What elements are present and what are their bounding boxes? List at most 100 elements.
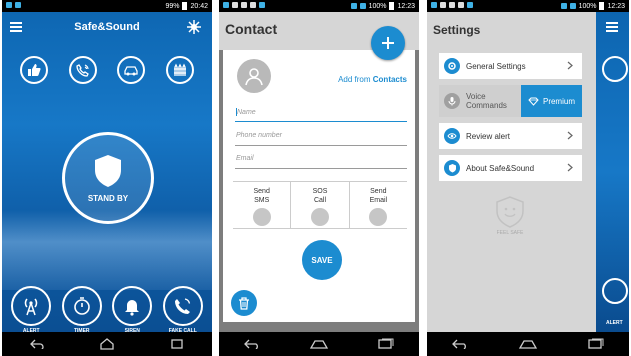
review-alert-item[interactable]: Review alert [439,123,582,149]
premium-button[interactable]: Premium [521,85,582,117]
option-label: Send [253,188,270,195]
delete-button[interactable] [231,290,257,316]
shield-icon [95,154,121,187]
back-icon[interactable] [451,339,469,349]
save-button[interactable]: SAVE [302,240,342,280]
settings-screen: 100% 12:23 Settings General Settings Voi… [427,0,629,356]
voice-label-line1: Voice [466,92,486,101]
timer-button[interactable] [61,286,102,326]
chevron-right-icon [567,163,573,172]
person-icon [245,68,263,86]
home-icon[interactable] [518,339,538,349]
email-field[interactable]: Email [235,155,407,169]
alert-button[interactable] [11,286,52,326]
feel-safe-text: FEEL SAFE [496,230,524,236]
name-placeholder: Name [237,108,256,116]
antenna-icon [25,298,38,316]
contact-screen: 100% 12:23 Contact Add from Contacts Nam… [219,0,419,356]
recents-icon[interactable] [377,338,395,350]
diamond-icon [528,97,539,106]
alert-button[interactable] [602,278,628,304]
battery-icon [389,2,395,10]
fake-call-action[interactable]: FAKE CALL [162,286,203,334]
back-icon[interactable] [30,339,44,349]
quick-actions [2,56,212,84]
standby-button[interactable]: STAND BY [62,132,154,224]
send-email-option[interactable]: Send Email [350,182,407,228]
toggle-circle[interactable] [310,208,329,226]
phone-wave-icon [76,64,89,77]
notification-icon [250,2,256,8]
notification-icon [15,2,21,8]
alert-action[interactable]: ALERT [11,286,52,334]
about-item[interactable]: About Safe&Sound [439,155,582,181]
recents-icon[interactable] [170,339,184,349]
system-nav-bar [2,332,212,356]
avatar[interactable] [237,59,271,93]
alert-label: ALERT [606,320,623,326]
voice-commands-item[interactable]: Voice Commands [439,85,521,117]
name-field[interactable]: Name [235,108,407,122]
toggle-circle[interactable] [369,208,388,226]
sos-call-option[interactable]: SOS Call [291,182,350,228]
notification-icon [6,2,12,8]
thumbs-up-button[interactable] [20,56,49,84]
thumbs-up-button[interactable] [602,56,628,82]
signal-icon [569,3,576,9]
battery-icon [182,2,188,10]
plus-icon [382,37,394,49]
notification-icon [431,2,437,8]
home-icon[interactable] [309,339,329,349]
system-nav-bar [427,332,629,356]
signal-icon [359,3,366,9]
wifi-icon [560,3,567,9]
contact-options: Send SMS SOS Call Send Email [233,181,407,229]
menu-icon[interactable] [606,22,618,34]
voice-call-button[interactable] [68,56,97,84]
review-alert-label: Review alert [466,131,511,141]
app-title: Safe&Sound [74,21,140,33]
stopwatch-icon [73,297,90,315]
timer-action[interactable]: TIMER [61,286,102,334]
car-button[interactable] [117,56,146,84]
status-bar: 99% 20:42 [2,0,212,12]
siren-action[interactable]: SIREN [112,286,153,334]
status-bar: 100% 12:23 [219,0,419,12]
snowflake-settings-icon[interactable] [186,19,202,35]
system-nav-bar [219,332,419,356]
home-icon[interactable] [100,338,114,350]
chevron-right-icon [567,61,573,70]
bell-icon [125,300,140,316]
battery-icon [599,2,605,10]
app-bar: Safe&Sound [2,12,212,42]
toggle-circle[interactable] [252,208,271,226]
fence-button[interactable] [165,56,194,84]
general-settings-item[interactable]: General Settings [439,53,582,79]
status-bar: 100% 12:23 [427,0,629,12]
notification-icon [440,2,446,8]
siren-button[interactable] [112,286,153,326]
standby-label: STAND BY [87,193,129,203]
clock-text: 12:23 [397,2,415,10]
add-from-text: Add from [338,75,371,84]
send-sms-option[interactable]: Send SMS [233,182,292,228]
notification-icon [467,2,473,8]
notification-icon [458,2,464,8]
fake-call-button[interactable] [162,286,203,326]
home-screen-peek[interactable]: ALERT [596,12,629,332]
thumbs-up-icon [28,64,41,76]
recents-icon[interactable] [587,338,605,350]
settings-drawer: General Settings Voice Commands Premium R… [427,48,596,332]
shield-smile-icon [496,196,524,228]
eye-icon [444,128,460,144]
phone-number-field[interactable]: Phone number [235,132,407,146]
option-label: SOS [312,188,328,195]
back-icon[interactable] [243,339,261,349]
menu-icon[interactable] [10,22,22,34]
about-label: About Safe&Sound [466,163,535,173]
phone-placeholder: Phone number [236,132,282,139]
shield-icon [444,160,460,176]
add-from-contacts-link[interactable]: Add from Contacts [338,75,407,84]
add-contact-button[interactable] [371,26,405,60]
notification-icon [232,2,238,8]
